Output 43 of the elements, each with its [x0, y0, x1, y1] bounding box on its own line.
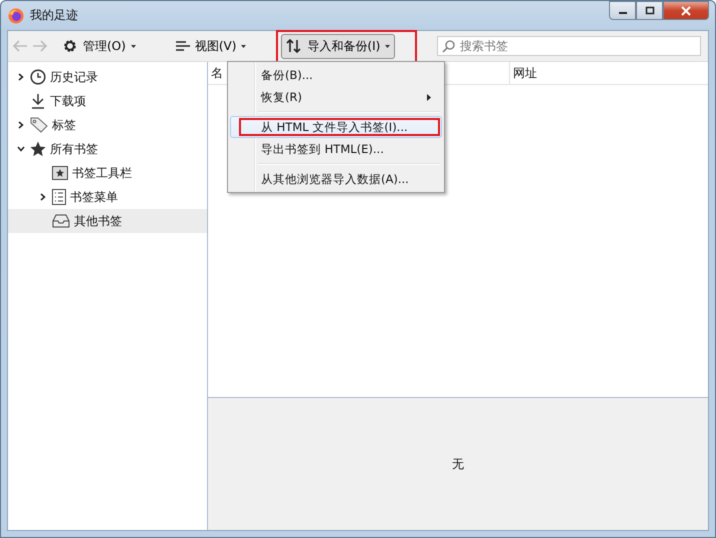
- chevron-down-icon[interactable]: [17, 146, 25, 152]
- sidebar-item[interactable]: 标签: [8, 113, 207, 137]
- menu-item[interactable]: 备份(B)...: [230, 64, 442, 86]
- window-title: 我的足迹: [30, 7, 78, 24]
- menu-item[interactable]: 从其他浏览器导入数据(A)...: [230, 168, 442, 190]
- search-field[interactable]: 搜索书签: [437, 36, 701, 56]
- minimize-button[interactable]: [609, 1, 636, 20]
- maximize-icon: [644, 6, 654, 15]
- inbox-icon: [52, 214, 70, 228]
- tag-icon: [30, 117, 48, 133]
- menu-item[interactable]: 恢复(R): [230, 86, 442, 108]
- maximize-button[interactable]: [636, 1, 663, 20]
- column-header[interactable]: 网址: [510, 62, 537, 84]
- empty-details-text: 无: [452, 456, 464, 472]
- search-icon: [442, 40, 455, 53]
- chevron-right-icon[interactable]: [18, 121, 24, 129]
- chevron-right-icon[interactable]: [18, 73, 24, 81]
- sidebar-item[interactable]: 书签工具栏: [8, 161, 207, 185]
- menu-item[interactable]: 从 HTML 文件导入书签(I)...: [230, 116, 442, 138]
- sidebar-item[interactable]: 下载项: [8, 89, 207, 113]
- browser-logo-icon: [8, 8, 24, 24]
- close-button[interactable]: [663, 1, 709, 20]
- sidebar-item[interactable]: 书签菜单: [8, 185, 207, 209]
- toolbar-button[interactable]: 视图(V): [170, 34, 252, 58]
- sidebar-item[interactable]: 所有书签: [8, 137, 207, 161]
- menu-item[interactable]: 导出书签到 HTML(E)...: [230, 138, 442, 160]
- star-icon: [30, 141, 46, 157]
- sidebar-item[interactable]: 历史记录: [8, 65, 207, 89]
- up-down-arrows-icon: [286, 38, 302, 54]
- caret-icon: [241, 44, 246, 48]
- caret-icon: [130, 44, 136, 48]
- toolbar-button[interactable]: 管理(O): [57, 34, 141, 58]
- submenu-arrow-icon: [427, 94, 431, 100]
- download-icon: [30, 93, 46, 109]
- clock-icon: [30, 69, 46, 85]
- chevron-right-icon[interactable]: [40, 193, 46, 201]
- sidebar-item[interactable]: 其他书签: [8, 209, 207, 233]
- list-icon: [52, 189, 66, 205]
- gear-icon: [62, 38, 78, 54]
- close-icon: [680, 6, 692, 16]
- list-icon: [176, 40, 190, 52]
- caret-icon: [385, 44, 390, 48]
- toolbar-button[interactable]: 导入和备份(I): [281, 34, 396, 58]
